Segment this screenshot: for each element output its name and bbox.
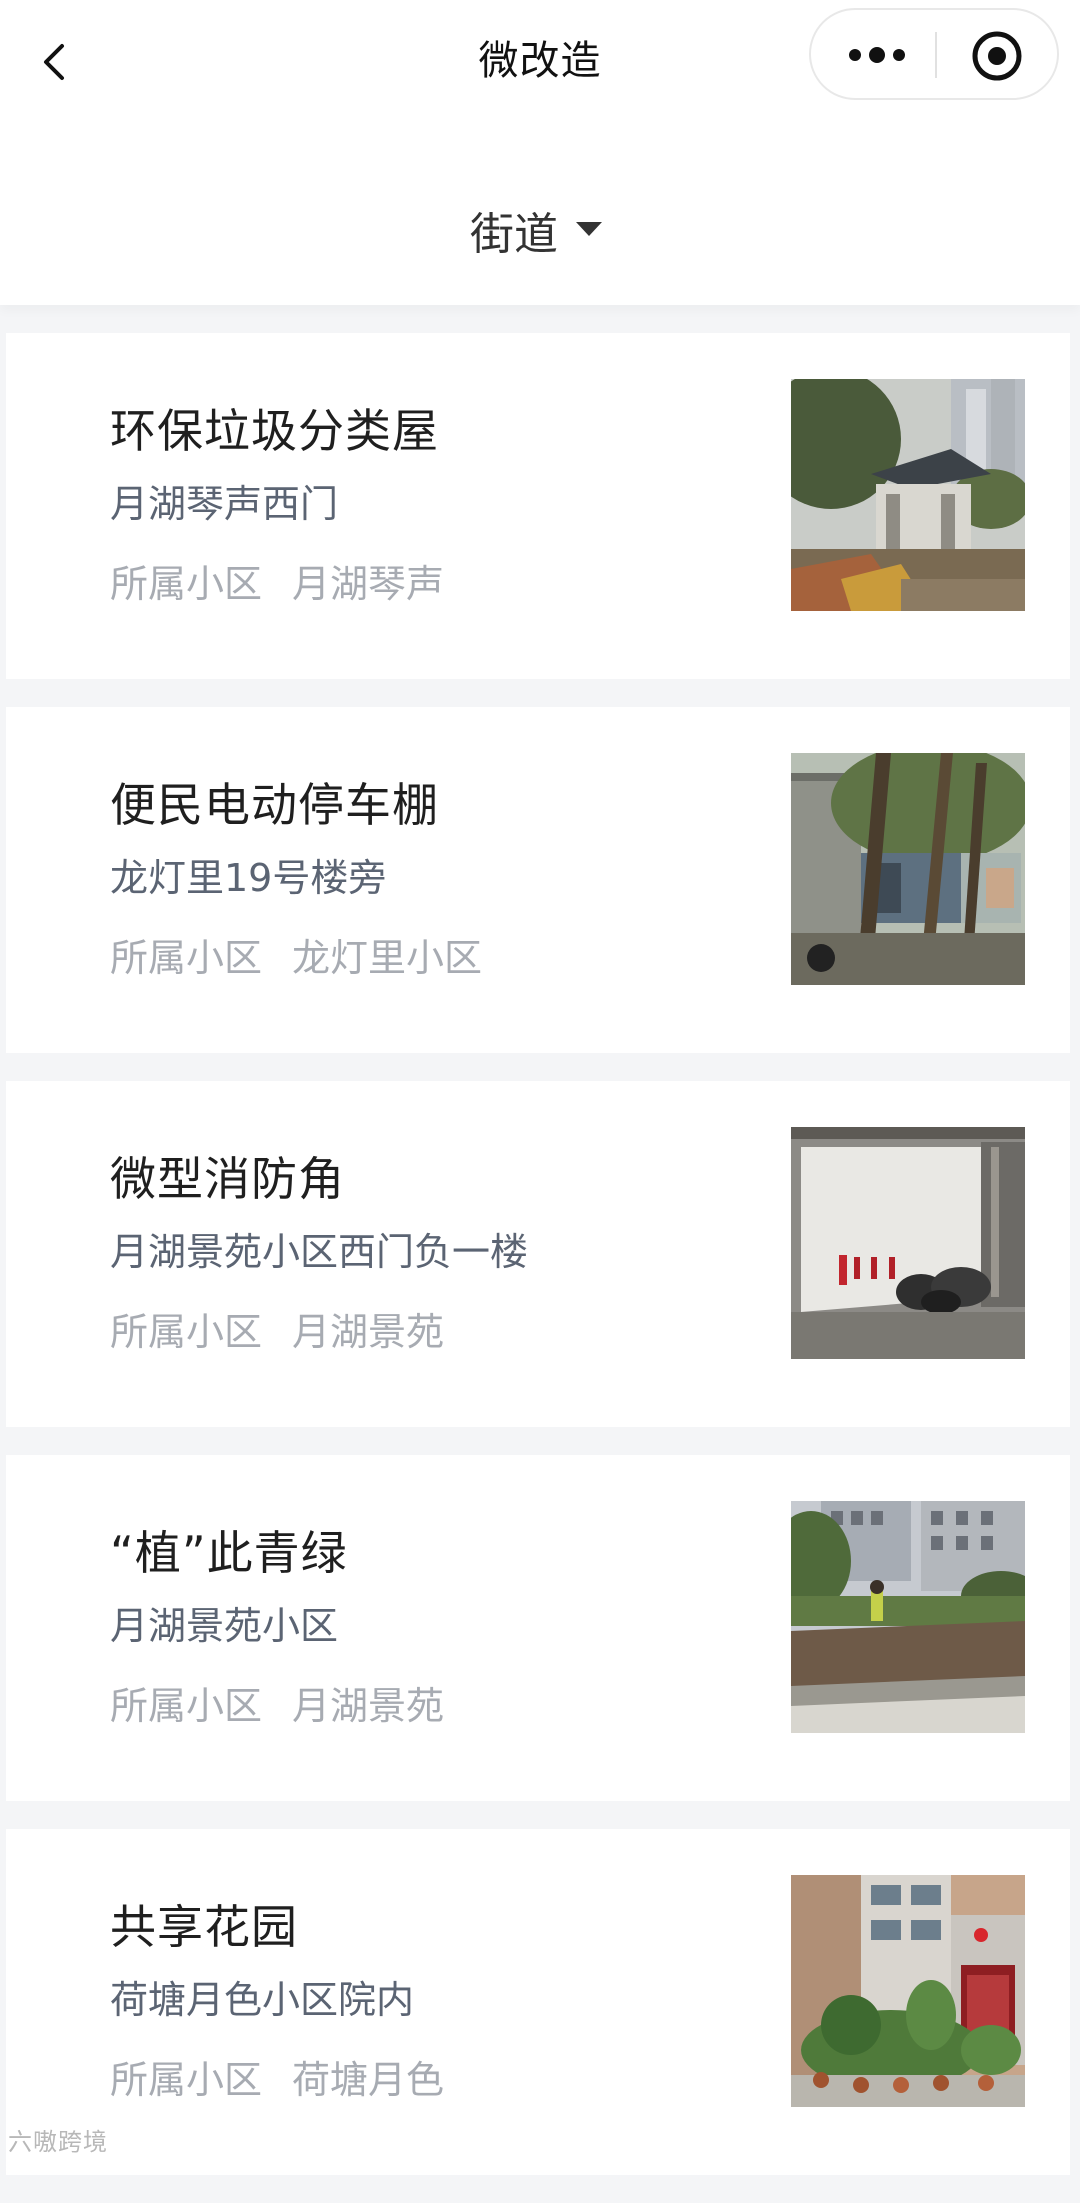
- mini-program-capsule: [809, 8, 1059, 100]
- item-community: 所属小区 月湖景苑: [110, 1301, 444, 1356]
- item-title: 便民电动停车棚: [110, 778, 439, 832]
- project-list: 环保垃圾分类屋 月湖琴声西门 所属小区 月湖琴声 便民电动停车棚 龙灯里19号楼…: [6, 333, 1070, 2203]
- community-label: 所属小区: [110, 936, 263, 980]
- item-address: 龙灯里19号楼旁: [110, 856, 387, 900]
- more-button[interactable]: [847, 40, 907, 70]
- item-title: 环保垃圾分类屋: [110, 404, 439, 458]
- nav-bar: 微改造: [0, 0, 1080, 120]
- item-title: 微型消防角: [110, 1152, 345, 1206]
- item-thumbnail: [791, 753, 1025, 985]
- community-label: 所属小区: [110, 1310, 263, 1354]
- capsule-divider: [935, 32, 937, 78]
- item-title: “植”此青绿: [110, 1526, 348, 1580]
- list-item[interactable]: 环保垃圾分类屋 月湖琴声西门 所属小区 月湖琴声: [6, 333, 1070, 679]
- community-value: 龙灯里小区: [292, 936, 483, 980]
- community-value: 月湖琴声: [292, 562, 445, 606]
- item-title: 共享花园: [110, 1900, 298, 1954]
- item-address: 月湖琴声西门: [110, 482, 339, 526]
- community-label: 所属小区: [110, 2058, 263, 2102]
- item-community: 所属小区 月湖景苑: [110, 1675, 444, 1730]
- item-address: 月湖景苑小区: [110, 1604, 339, 1648]
- more-dots-icon: [849, 47, 905, 63]
- item-thumbnail: [791, 1127, 1025, 1359]
- item-address: 荷塘月色小区院内: [110, 1978, 415, 2022]
- community-value: 荷塘月色: [292, 2058, 445, 2102]
- item-photo: [791, 379, 1025, 611]
- list-item[interactable]: 共享花园 荷塘月色小区院内 所属小区 荷塘月色: [6, 1829, 1070, 2175]
- community-value: 月湖景苑: [292, 1310, 445, 1354]
- close-mini-program-button[interactable]: [971, 30, 1023, 82]
- item-thumbnail: [791, 1501, 1025, 1733]
- item-thumbnail: [791, 379, 1025, 611]
- item-community: 所属小区 龙灯里小区: [110, 927, 482, 982]
- list-item[interactable]: “植”此青绿 月湖景苑小区 所属小区 月湖景苑: [6, 1455, 1070, 1801]
- watermark-text: 六嗷跨境: [8, 2128, 108, 2156]
- item-address: 月湖景苑小区西门负一楼: [110, 1230, 529, 1274]
- item-photo: [791, 1875, 1025, 2107]
- caret-down-icon: [576, 222, 602, 236]
- item-thumbnail: [791, 1875, 1025, 2107]
- item-community: 所属小区 月湖琴声: [110, 553, 444, 608]
- item-photo: [791, 1127, 1025, 1359]
- list-item[interactable]: 便民电动停车棚 龙灯里19号楼旁 所属小区 龙灯里小区: [6, 707, 1070, 1053]
- community-label: 所属小区: [110, 562, 263, 606]
- filter-label: 街道: [470, 209, 558, 260]
- community-value: 月湖景苑: [292, 1684, 445, 1728]
- filter-bar: 街道: [0, 120, 1080, 305]
- community-label: 所属小区: [110, 1684, 263, 1728]
- item-photo: [791, 1501, 1025, 1733]
- list-item[interactable]: 微型消防角 月湖景苑小区西门负一楼 所属小区 月湖景苑: [6, 1081, 1070, 1427]
- target-icon: [972, 31, 1022, 81]
- item-community: 所属小区 荷塘月色: [110, 2049, 444, 2104]
- street-filter-dropdown[interactable]: 街道: [470, 200, 602, 260]
- item-photo: [791, 753, 1025, 985]
